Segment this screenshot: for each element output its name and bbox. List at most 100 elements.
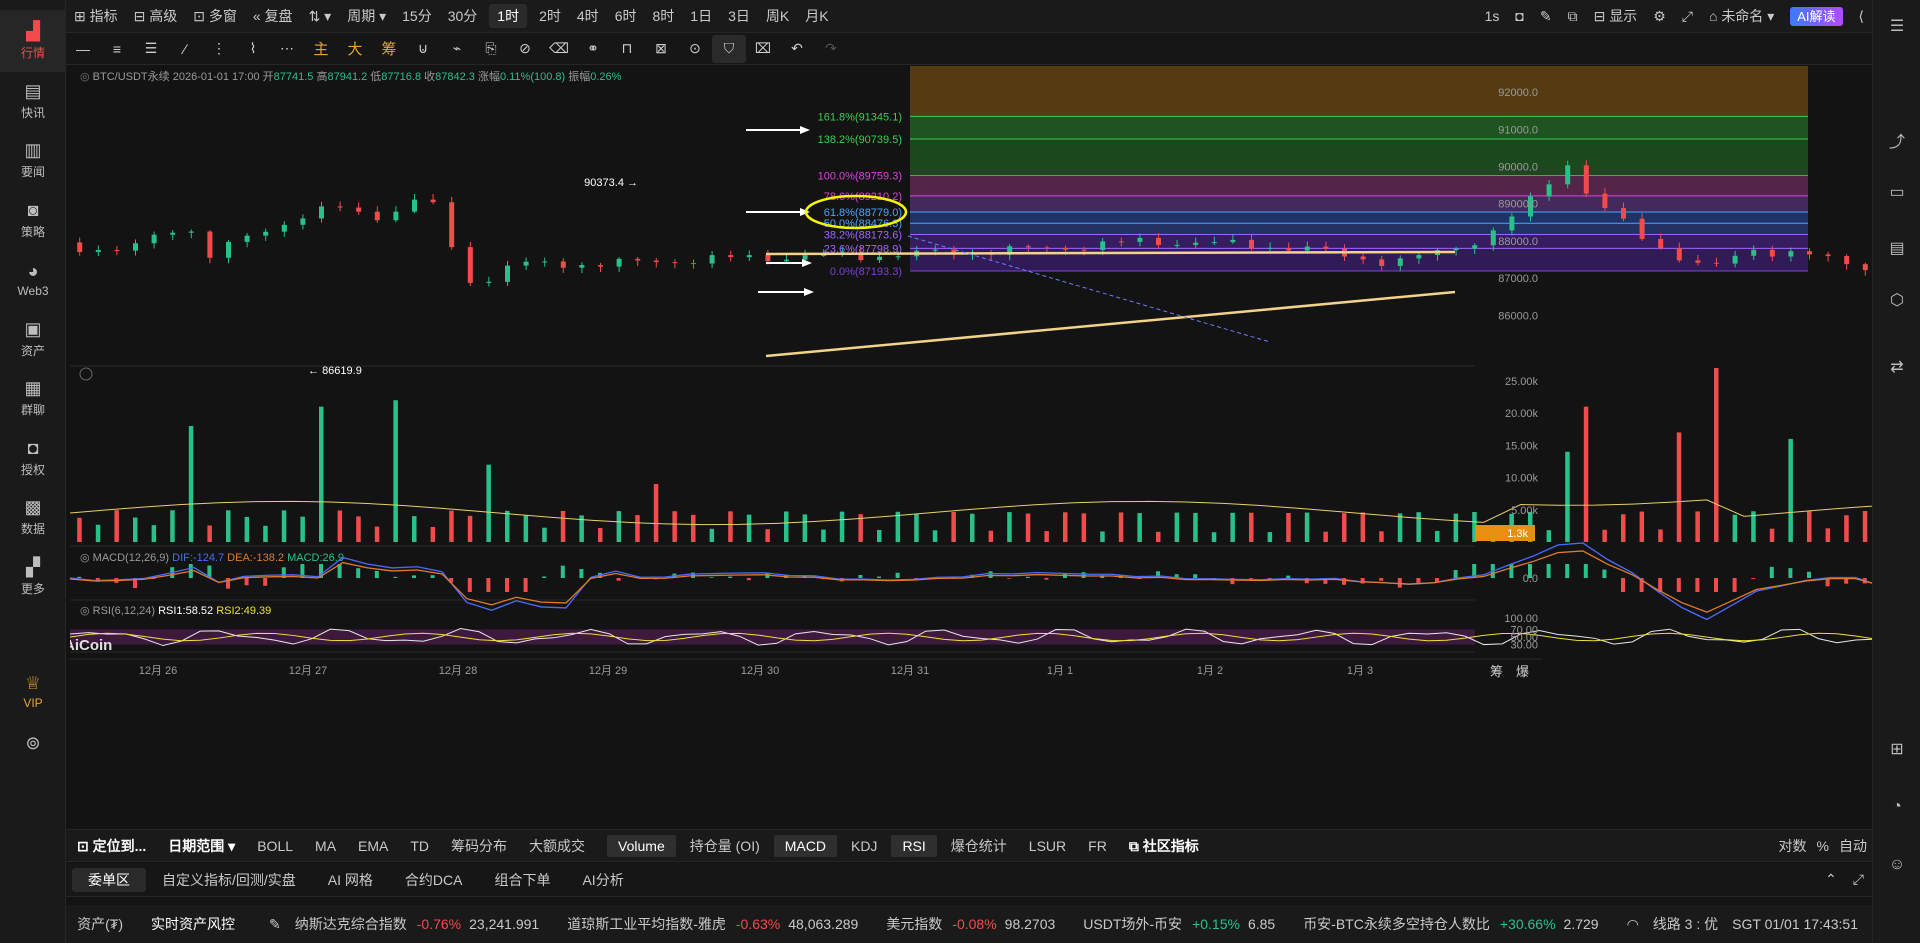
display-menu[interactable]: ⊟ 显示 bbox=[1586, 0, 1646, 33]
interval-7[interactable]: 1日 bbox=[682, 0, 720, 33]
period-dropdown[interactable]: 周期 ▾ bbox=[339, 0, 394, 33]
camera-icon[interactable]: ◘ bbox=[1507, 0, 1531, 33]
hline-tool-icon[interactable]: ≡ bbox=[100, 35, 134, 63]
pen-icon[interactable]: ✎ bbox=[1532, 0, 1560, 33]
magnet-icon[interactable]: ⊍ bbox=[406, 35, 440, 63]
sub-indicator-5[interactable]: 爆仓统计 bbox=[940, 835, 1018, 857]
ticker-item[interactable]: USDT场外-币安 +0.15% 6.85 bbox=[1083, 914, 1275, 934]
chart-area[interactable]: 161.8%(91345.1) 138.2%(90739.5) 100.0%(897… bbox=[70, 66, 1872, 828]
risk-control-label[interactable]: 实时资产风控 bbox=[151, 914, 235, 934]
main-indicator-0[interactable]: BOLL bbox=[246, 835, 304, 857]
ray-tool-icon[interactable]: ∕ bbox=[168, 35, 202, 63]
hexagon-icon[interactable]: ⬡ bbox=[1885, 288, 1909, 312]
main-indicator-3[interactable]: TD bbox=[399, 835, 440, 857]
nav-settings[interactable]: ⊚ bbox=[0, 713, 66, 775]
nav-quotes[interactable]: ▟ 行情 bbox=[0, 10, 66, 72]
lock-icon[interactable]: ⊓ bbox=[610, 35, 644, 63]
interval-6[interactable]: 8时 bbox=[644, 0, 682, 33]
server-line[interactable]: 线路 3 : 优 bbox=[1653, 914, 1718, 934]
ai-interpret-button[interactable]: AI解读 bbox=[1782, 0, 1850, 33]
link-icon[interactable]: ⚭ bbox=[576, 35, 610, 63]
fib-tool-icon[interactable]: ⋮ bbox=[202, 35, 236, 63]
replay-menu[interactable]: « 复盘 bbox=[245, 0, 301, 33]
chart-type-dropdown[interactable]: ⇅ ▾ bbox=[301, 0, 340, 33]
channel-tool-icon[interactable]: ☰ bbox=[134, 35, 168, 63]
auto-scale-toggle[interactable]: 自动 bbox=[1834, 835, 1872, 857]
chip-toggle[interactable]: 筹 bbox=[372, 35, 406, 63]
nav-strategy[interactable]: ◙ 策略 bbox=[0, 189, 66, 251]
sub-indicator-3[interactable]: KDJ bbox=[840, 835, 888, 857]
tab-4[interactable]: 组合下单 bbox=[478, 868, 566, 892]
indicator-menu[interactable]: ⊞ 指标 bbox=[66, 0, 126, 33]
interval-4[interactable]: 4时 bbox=[569, 0, 607, 33]
main-indicator-2[interactable]: EMA bbox=[347, 835, 399, 857]
main-indicator-1[interactable]: MA bbox=[304, 835, 347, 857]
nav-assets[interactable]: ▣ 资产 bbox=[0, 308, 66, 370]
assets-label[interactable]: 资产(₮) bbox=[77, 914, 123, 934]
eraser-icon[interactable]: ⌫ bbox=[542, 35, 576, 63]
interval-9[interactable]: 周K bbox=[758, 0, 797, 33]
sub-indicator-7[interactable]: FR bbox=[1077, 835, 1118, 857]
date-range-button[interactable]: 日期范围 ▾ bbox=[157, 835, 246, 857]
sub-indicator-4[interactable]: RSI bbox=[891, 834, 937, 857]
kline-chart[interactable]: 161.8%(91345.1) 138.2%(90739.5) 100.0%(897… bbox=[70, 66, 1872, 828]
book-icon[interactable]: ▤ bbox=[1885, 236, 1909, 260]
sub-indicator-2[interactable]: MACD bbox=[773, 834, 837, 857]
sync-icon[interactable]: ⊙ bbox=[678, 35, 712, 63]
nav-data[interactable]: ▩ 数据 bbox=[0, 486, 66, 548]
nav-flash[interactable]: ▤ 快讯 bbox=[0, 70, 66, 132]
nav-auth[interactable]: ◘ 授权 bbox=[0, 427, 66, 489]
undo-icon[interactable]: ↶ bbox=[780, 35, 814, 63]
advanced-menu[interactable]: ⊟ 高级 bbox=[126, 0, 186, 33]
refresh-rate[interactable]: 1s bbox=[1477, 0, 1508, 33]
line-tool-icon[interactable]: — bbox=[66, 35, 100, 63]
transfer-icon[interactable]: ⇄ bbox=[1885, 355, 1909, 379]
tab-3[interactable]: 合约DCA bbox=[389, 868, 479, 892]
sub-indicator-0[interactable]: Volume bbox=[607, 834, 676, 857]
workspace-dropdown[interactable]: ⌂ 未命名 ▾ bbox=[1701, 0, 1782, 33]
list-icon[interactable]: ☰ bbox=[1885, 14, 1909, 38]
sub-indicator-1[interactable]: 持仓量 (OI) bbox=[679, 835, 771, 857]
interval-3[interactable]: 2时 bbox=[531, 0, 569, 33]
ticker-item[interactable]: 纳斯达克综合指数 -0.76% 23,241.991 bbox=[295, 914, 539, 934]
tab-5[interactable]: AI分析 bbox=[566, 868, 639, 892]
more-tools-icon[interactable]: ⋯ bbox=[270, 35, 304, 63]
layout-icon[interactable]: ⧉ bbox=[1560, 0, 1586, 33]
settings-gear-icon[interactable]: ⚙ bbox=[1645, 0, 1674, 33]
window-icon[interactable]: ⊞ bbox=[1885, 737, 1909, 761]
filter-icon[interactable]: ⛉ bbox=[712, 34, 746, 63]
tab-0[interactable]: 委单区 bbox=[72, 867, 146, 892]
ticker-item[interactable]: 币安-BTC永续多空持仓人数比 +30.66% 2.729 bbox=[1303, 914, 1598, 934]
main-indicator-5[interactable]: 大额成交 bbox=[518, 835, 596, 857]
liquidation-corner-label[interactable]: 爆 bbox=[1516, 664, 1529, 679]
nav-groupchat[interactable]: ▦ 群聊 bbox=[0, 367, 66, 429]
chart-line-icon[interactable]: ⤴ bbox=[1885, 128, 1909, 152]
tab-2[interactable]: AI 网格 bbox=[312, 868, 389, 892]
redo-icon[interactable]: ↷ bbox=[814, 35, 848, 63]
copy-icon[interactable]: ⎘ bbox=[474, 35, 508, 63]
log-scale-toggle[interactable]: 对数 bbox=[1774, 835, 1812, 857]
locate-button[interactable]: ⊡ 定位到... bbox=[66, 835, 157, 857]
interval-8[interactable]: 3日 bbox=[720, 0, 758, 33]
multi-window-menu[interactable]: ⊡ 多窗 bbox=[185, 0, 245, 33]
ticker-item[interactable]: 美元指数 -0.08% 98.2703 bbox=[886, 914, 1055, 934]
trash-icon[interactable]: ⌧ bbox=[746, 35, 780, 63]
ticker-item[interactable]: 道琼斯工业平均指数-雅虎 -0.63% 48,063.289 bbox=[567, 914, 858, 934]
community-indicators-button[interactable]: ⧉ 社区指标 bbox=[1118, 835, 1210, 857]
large-trades-toggle[interactable]: 大 bbox=[338, 35, 372, 63]
expand-icon[interactable]: ⤢ bbox=[1845, 863, 1872, 896]
percent-scale-toggle[interactable]: % bbox=[1812, 835, 1834, 857]
interval-10[interactable]: 月K bbox=[797, 0, 836, 33]
monitor-icon[interactable]: ▭ bbox=[1885, 180, 1909, 204]
ticker-edit-icon[interactable]: ✎ bbox=[269, 916, 281, 933]
interval-2[interactable]: 1时 bbox=[489, 4, 528, 28]
support-icon[interactable]: ☺ bbox=[1885, 853, 1909, 877]
nav-news[interactable]: ▥ 要闻 bbox=[0, 129, 66, 191]
brush-icon[interactable]: ⌁ bbox=[440, 35, 474, 63]
chip-corner-label[interactable]: 筹 bbox=[1490, 664, 1503, 679]
interval-0[interactable]: 15分 bbox=[394, 0, 440, 33]
alert-icon[interactable]: ⊠ bbox=[644, 35, 678, 63]
share-icon[interactable]: ⟨ bbox=[1851, 0, 1872, 33]
headset-icon[interactable]: ◔ bbox=[1885, 795, 1909, 819]
nav-more[interactable]: ▞ 更多 bbox=[0, 546, 66, 608]
